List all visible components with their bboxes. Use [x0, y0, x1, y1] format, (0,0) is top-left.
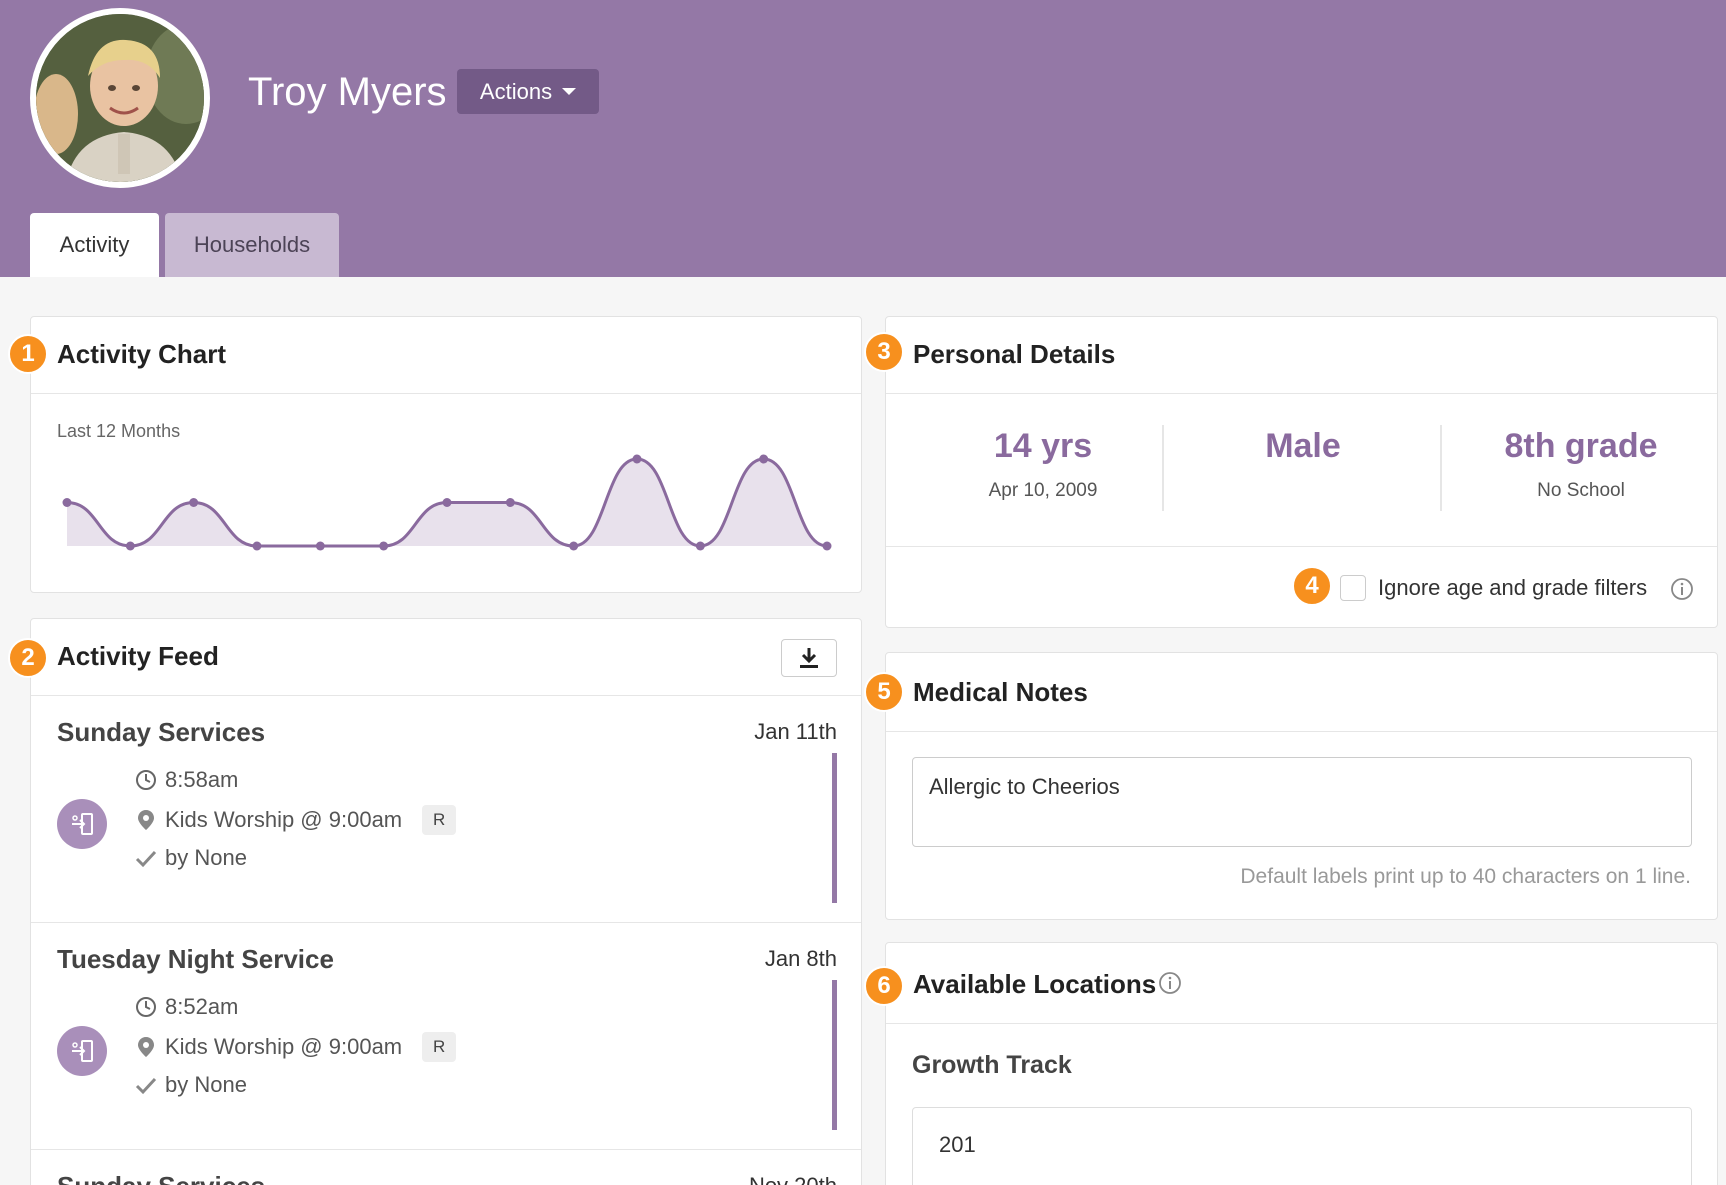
feed-item-by-row: by None — [135, 1072, 247, 1098]
feed-item-date: Nov 20th — [749, 1173, 837, 1185]
chart-point-10[interactable] — [632, 454, 642, 464]
feed-item-date: Jan 8th — [764, 946, 837, 971]
feed-item-time-row: 8:52am — [135, 994, 238, 1020]
badge-5: 5 — [864, 672, 904, 712]
feed-item-location: Kids Worship @ 9:00am — [165, 807, 403, 832]
chart-point-9[interactable] — [569, 541, 579, 551]
ignore-filters-label[interactable]: Ignore age and grade filters — [1378, 575, 1647, 601]
ignore-filters-checkbox[interactable] — [1340, 575, 1366, 601]
feed-item-location: Kids Worship @ 9:00am — [165, 1034, 403, 1059]
chart-point-13[interactable] — [822, 541, 832, 551]
location-item[interactable]: 201 — [912, 1107, 1692, 1185]
medical-notes-hint: Default labels print up to 40 characters… — [1240, 865, 1691, 888]
divider — [886, 731, 1717, 732]
feed-item-time-row: 8:58am — [135, 767, 238, 793]
check-icon — [135, 1077, 157, 1095]
available-locations-title: Available Locations — [913, 969, 1157, 999]
profile-header: Troy Myers Actions Activity Households — [0, 0, 1726, 277]
medical-notes-card: Medical Notes Allergic to Cheerios Defau… — [885, 652, 1718, 920]
actions-dropdown-button[interactable]: Actions — [457, 69, 599, 114]
activity-feed-title: Activity Feed — [57, 641, 219, 671]
chart-point-3[interactable] — [189, 498, 199, 507]
clock-icon — [136, 770, 156, 790]
check-in-icon — [57, 799, 107, 849]
grade-stat: 8th grade No School — [1446, 427, 1716, 502]
actions-label: Actions — [479, 78, 553, 104]
location-group-title: Growth Track — [912, 1051, 1072, 1079]
feed-item-by: by None — [165, 845, 247, 870]
tab-activity[interactable]: Activity — [30, 213, 159, 277]
chart-point-8[interactable] — [505, 498, 515, 507]
caret-down-icon — [562, 88, 577, 95]
chart-point-7[interactable] — [442, 498, 452, 507]
info-icon[interactable] — [1158, 971, 1182, 995]
feed-item-by: by None — [165, 1072, 247, 1097]
feed-item-title: Tuesday Night Service — [57, 944, 334, 974]
info-icon[interactable] — [1670, 577, 1694, 601]
school-value: No School — [1537, 480, 1625, 501]
chart-point-5[interactable] — [315, 541, 325, 551]
tab-households[interactable]: Households — [165, 213, 339, 277]
avatar[interactable] — [30, 8, 210, 188]
feed-item[interactable]: Sunday Services Jan 11th 8:58am Kids Wor… — [31, 695, 861, 922]
activity-chart-card: Activity Chart Last 12 Months — [30, 316, 862, 593]
person-name: Troy Myers — [248, 70, 447, 114]
medical-notes-title: Medical Notes — [913, 677, 1088, 707]
divider — [886, 1023, 1717, 1024]
chart-point-6[interactable] — [379, 541, 389, 551]
badge-6: 6 — [864, 966, 904, 1006]
clock-icon — [136, 997, 156, 1017]
divider — [1440, 425, 1442, 511]
age-stat: 14 yrs Apr 10, 2009 — [908, 427, 1178, 502]
feed-item-title: Sunday Services — [57, 1171, 265, 1185]
badge-3: 3 — [864, 332, 904, 372]
room-tag: R — [422, 805, 457, 835]
grade-value: 8th grade — [1504, 427, 1658, 465]
chart-point-4[interactable] — [252, 541, 262, 551]
feed-item-bar — [832, 980, 837, 1130]
divider — [886, 393, 1717, 394]
feed-item-bar — [832, 753, 837, 903]
chart-point-2[interactable] — [125, 541, 135, 551]
chart-point-11[interactable] — [695, 541, 705, 551]
download-button[interactable] — [781, 639, 837, 677]
personal-details-title: Personal Details — [913, 339, 1116, 369]
badge-2: 2 — [8, 638, 48, 678]
available-locations-card: Available Locations Growth Track 201 — [885, 942, 1718, 1185]
feed-item-time: 8:58am — [165, 767, 239, 792]
badge-1: 1 — [8, 334, 48, 374]
divider — [1162, 425, 1164, 511]
feed-item-date: Jan 11th — [754, 719, 837, 744]
birthdate-value: Apr 10, 2009 — [988, 480, 1098, 501]
download-icon — [800, 648, 818, 668]
gender-stat: Male — [1168, 427, 1438, 466]
chart-point-12[interactable] — [759, 454, 769, 464]
medical-notes-input[interactable]: Allergic to Cheerios — [912, 757, 1692, 847]
feed-item[interactable]: Sunday Services Nov 20th — [31, 1149, 861, 1185]
check-icon — [135, 850, 157, 868]
gender-value: Male — [1265, 427, 1341, 465]
feed-item-time: 8:52am — [165, 994, 239, 1019]
activity-feed-card: Activity Feed Sunday Services Jan 11th 8… — [30, 618, 862, 1185]
room-tag: R — [422, 1032, 457, 1062]
location-pin-icon — [138, 1037, 154, 1057]
feed-item-by-row: by None — [135, 845, 247, 871]
avatar-photo — [36, 14, 204, 182]
badge-4: 4 — [1292, 566, 1332, 606]
check-in-icon — [57, 1026, 107, 1076]
feed-item[interactable]: Tuesday Night Service Jan 8th 8:52am Kid… — [31, 922, 861, 1149]
feed-item-location-row: Kids Worship @ 9:00am R — [135, 1032, 457, 1062]
location-pin-icon — [138, 810, 154, 830]
feed-item-location-row: Kids Worship @ 9:00am R — [135, 805, 457, 835]
divider — [886, 546, 1717, 547]
age-value: 14 yrs — [993, 427, 1093, 465]
activity-chart — [62, 454, 832, 551]
chart-point-1[interactable] — [62, 498, 72, 507]
feed-item-title: Sunday Services — [57, 717, 266, 747]
